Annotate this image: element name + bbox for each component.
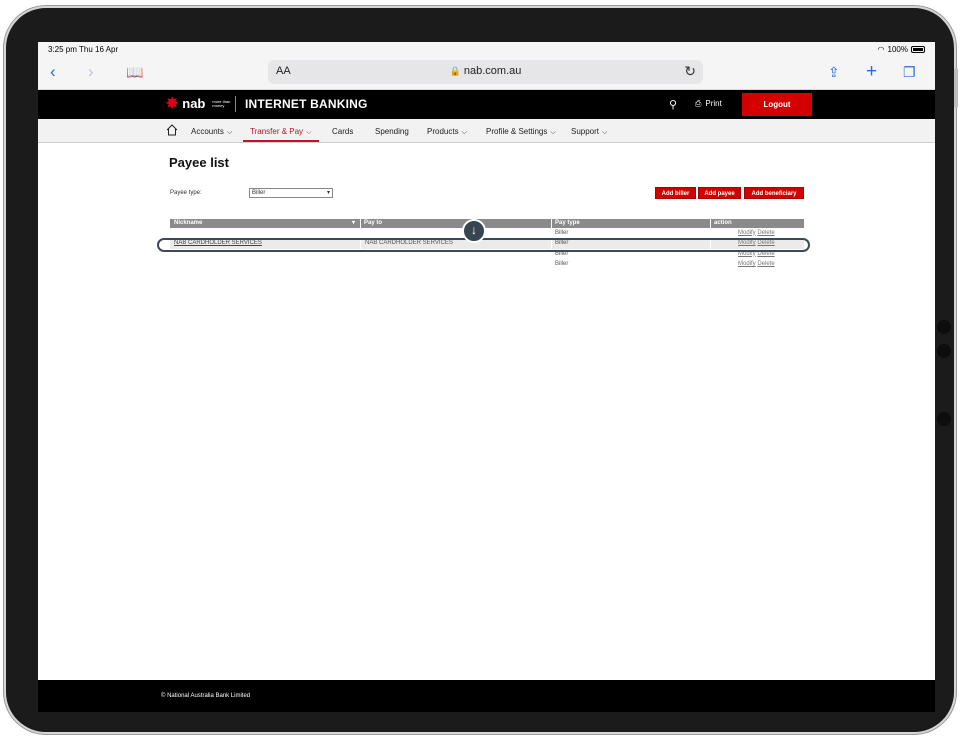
site-header: ✸ nab more than money INTERNET BANKING ⚲… — [38, 90, 935, 119]
modify-link[interactable]: Modify — [738, 261, 756, 267]
table-row: Biller Modify Delete — [170, 228, 804, 239]
side-dot — [937, 320, 951, 334]
bookmarks-icon[interactable]: 📖 — [126, 62, 143, 82]
battery-percent: 100% — [887, 45, 908, 54]
nav-label: Accounts — [191, 127, 224, 136]
delete-link[interactable]: Delete — [757, 261, 774, 267]
share-icon[interactable]: ⇪ — [828, 62, 840, 82]
site-footer: © National Australia Bank Limited — [38, 680, 935, 712]
payee-type-select[interactable]: Biller ▾ — [249, 188, 333, 198]
url-value: nab.com.au — [463, 65, 522, 77]
new-tab-icon[interactable]: + — [866, 62, 877, 82]
browser-toolbar: ‹ › 📖 AA 🔒 nab.com.au ↻ ⇪ + ❐ — [38, 56, 935, 90]
add-beneficiary-button[interactable]: Add beneficiary — [744, 187, 804, 199]
pay-type-cell: Biller — [555, 261, 569, 267]
page-title: Payee list — [169, 155, 229, 170]
delete-link[interactable]: Delete — [757, 230, 774, 236]
col-nickname-header[interactable]: Nickname — [174, 220, 202, 226]
nav-profile-settings[interactable]: Profile & Settings ⌵ — [486, 127, 556, 137]
search-icon[interactable]: ⚲ — [669, 98, 677, 111]
print-label: Print — [705, 99, 722, 108]
chevron-down-icon: ⌵ — [306, 129, 312, 136]
nav-label: Products — [427, 127, 459, 136]
chevron-down-icon: ⌵ — [461, 129, 467, 136]
col-action-header: action — [714, 220, 732, 226]
print-button[interactable]: ⎙ Print — [695, 99, 722, 109]
add-biller-button[interactable]: Add biller — [655, 187, 696, 199]
row-highlight-outline — [157, 238, 810, 252]
screen: 3:25 pm Thu 16 Apr ◠ 100% ‹ › 📖 AA 🔒 nab… — [38, 42, 935, 712]
address-bar[interactable]: AA 🔒 nab.com.au ↻ — [268, 60, 703, 84]
status-right: ◠ 100% — [878, 45, 925, 54]
copyright-text: © National Australia Bank Limited — [161, 693, 251, 699]
wifi-icon: ◠ — [877, 45, 885, 54]
brand-name: nab — [182, 96, 206, 111]
battery-icon — [911, 46, 925, 53]
ipad-frame: 3:25 pm Thu 16 Apr ◠ 100% ‹ › 📖 AA 🔒 nab… — [4, 6, 958, 734]
back-icon[interactable]: ‹ — [50, 62, 56, 82]
chevron-down-icon: ▾ — [326, 190, 330, 196]
payee-type-value: Biller — [252, 190, 266, 196]
table-row: Biller Modify Delete — [170, 260, 804, 271]
table-header: Nickname ▾ Pay to Pay type action — [170, 219, 804, 228]
chevron-down-icon: ⌵ — [602, 129, 608, 136]
nav-label: Transfer & Pay — [250, 127, 304, 136]
main-nav: Accounts ⌵ Transfer & Pay ⌵ Cards Spending… — [38, 119, 935, 143]
pay-type-cell: Biller — [555, 229, 569, 236]
nav-label: Support — [571, 127, 600, 136]
nav-cards[interactable]: Cards — [332, 127, 353, 136]
lock-icon: 🔒 — [449, 66, 461, 76]
chevron-down-icon: ⌵ — [550, 129, 556, 136]
nab-star-icon: ✸ — [165, 94, 180, 113]
status-time: 3:25 pm Thu 16 Apr — [48, 45, 119, 54]
add-payee-button[interactable]: Add payee — [698, 187, 741, 199]
forward-icon[interactable]: › — [88, 62, 94, 82]
home-icon[interactable] — [166, 124, 178, 136]
nav-accounts[interactable]: Accounts ⌵ — [191, 127, 232, 137]
url-text[interactable]: 🔒 nab.com.au — [268, 65, 703, 77]
reload-icon[interactable]: ↻ — [684, 63, 696, 80]
arrow-down-icon[interactable]: ↓ — [462, 219, 486, 243]
logout-button[interactable]: Logout — [742, 93, 812, 116]
nav-label: Profile & Settings — [486, 127, 548, 136]
header-divider — [235, 96, 236, 112]
nav-transfer-pay[interactable]: Transfer & Pay ⌵ — [250, 127, 311, 137]
nav-products[interactable]: Products ⌵ — [427, 127, 467, 137]
col-pay-to-header[interactable]: Pay to — [364, 220, 382, 226]
volume-button — [954, 68, 958, 108]
nav-support[interactable]: Support ⌵ — [571, 127, 607, 137]
payee-type-label: Payee type: — [170, 190, 202, 196]
tabs-icon[interactable]: ❐ — [903, 62, 916, 82]
nav-spending[interactable]: Spending — [375, 127, 409, 136]
nab-logo[interactable]: ✸ nab more than money — [165, 95, 230, 112]
chevron-down-icon: ⌵ — [226, 129, 233, 136]
brand-tagline: more than money — [212, 98, 231, 108]
nav-active-indicator — [243, 140, 319, 142]
status-bar: 3:25 pm Thu 16 Apr ◠ 100% — [38, 42, 935, 56]
internet-banking-title: INTERNET BANKING — [245, 97, 368, 111]
side-dot — [937, 344, 951, 358]
col-pay-type-header[interactable]: Pay type — [555, 220, 580, 226]
printer-icon: ⎙ — [695, 99, 702, 108]
sort-icon[interactable]: ▾ — [352, 219, 355, 226]
side-dot — [937, 412, 951, 426]
modify-link[interactable]: Modify — [738, 230, 756, 236]
